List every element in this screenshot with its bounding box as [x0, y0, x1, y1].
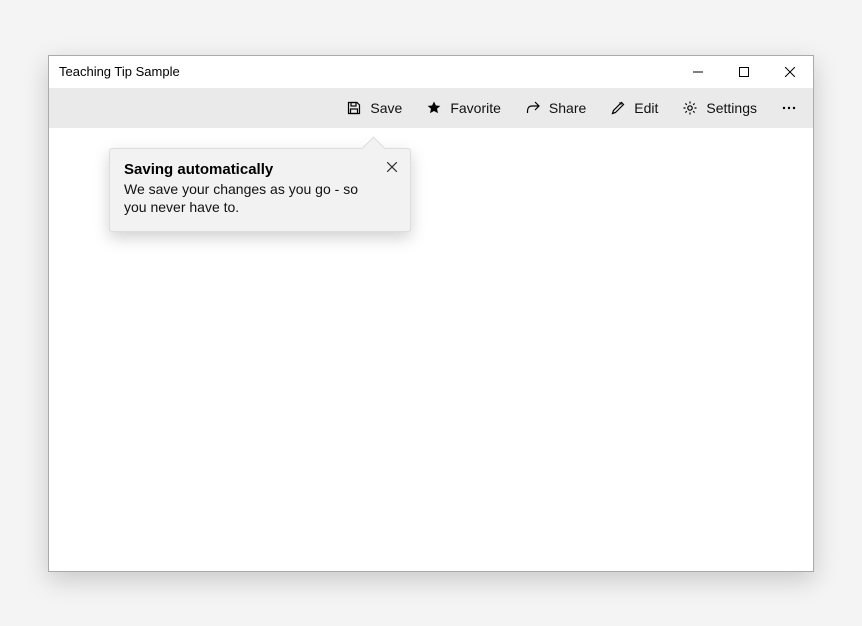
close-icon: [785, 67, 795, 77]
close-button[interactable]: [767, 56, 813, 88]
edit-button[interactable]: Edit: [600, 94, 668, 122]
maximize-icon: [739, 67, 749, 77]
content-area: Saving automatically We save your change…: [49, 128, 813, 571]
teaching-tip: Saving automatically We save your change…: [109, 148, 411, 233]
share-label: Share: [549, 100, 586, 116]
tip-body: We save your changes as you go - so you …: [124, 180, 374, 218]
edit-icon: [610, 100, 626, 116]
tip-close-button[interactable]: [382, 157, 402, 177]
toolbar: Save Favorite Share Edit Settings: [49, 88, 813, 128]
close-icon: [387, 162, 397, 172]
window-title: Teaching Tip Sample: [59, 64, 180, 79]
share-icon: [525, 100, 541, 116]
window-controls: [675, 56, 813, 88]
minimize-button[interactable]: [675, 56, 721, 88]
share-button[interactable]: Share: [515, 94, 596, 122]
favorite-button[interactable]: Favorite: [416, 94, 511, 122]
app-window: Teaching Tip Sample Save Favorite: [48, 55, 814, 572]
minimize-icon: [693, 67, 703, 77]
save-label: Save: [370, 100, 402, 116]
favorite-label: Favorite: [450, 100, 501, 116]
more-button[interactable]: [771, 94, 807, 122]
save-icon: [346, 100, 362, 116]
star-icon: [426, 100, 442, 116]
edit-label: Edit: [634, 100, 658, 116]
tip-title: Saving automatically: [124, 161, 396, 178]
settings-button[interactable]: Settings: [672, 94, 767, 122]
settings-label: Settings: [706, 100, 757, 116]
more-icon: [781, 100, 797, 116]
gear-icon: [682, 100, 698, 116]
maximize-button[interactable]: [721, 56, 767, 88]
save-button[interactable]: Save: [336, 94, 412, 122]
titlebar: Teaching Tip Sample: [49, 56, 813, 88]
